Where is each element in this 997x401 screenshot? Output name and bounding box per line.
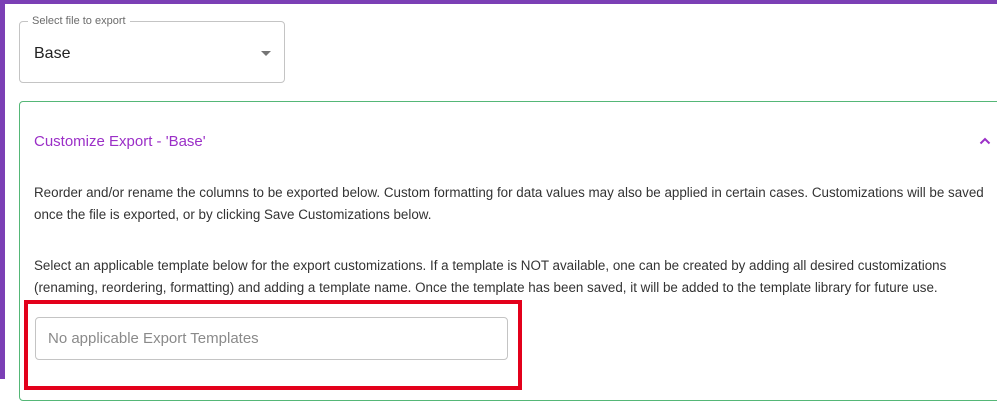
customize-description: Reorder and/or rename the columns to be … [34, 185, 984, 222]
file-select-value: Base [34, 45, 71, 62]
chevron-down-icon [261, 51, 271, 56]
template-description: Select an applicable template below for … [34, 258, 947, 295]
export-template-input[interactable] [35, 317, 508, 360]
customize-export-title: Customize Export - 'Base' [34, 133, 206, 150]
chevron-up-icon[interactable] [979, 137, 991, 145]
customize-export-header[interactable]: Customize Export - 'Base' [20, 102, 997, 178]
file-select-label: Select file to export [28, 14, 130, 28]
file-select-dropdown[interactable]: Select file to export Base [19, 14, 285, 83]
